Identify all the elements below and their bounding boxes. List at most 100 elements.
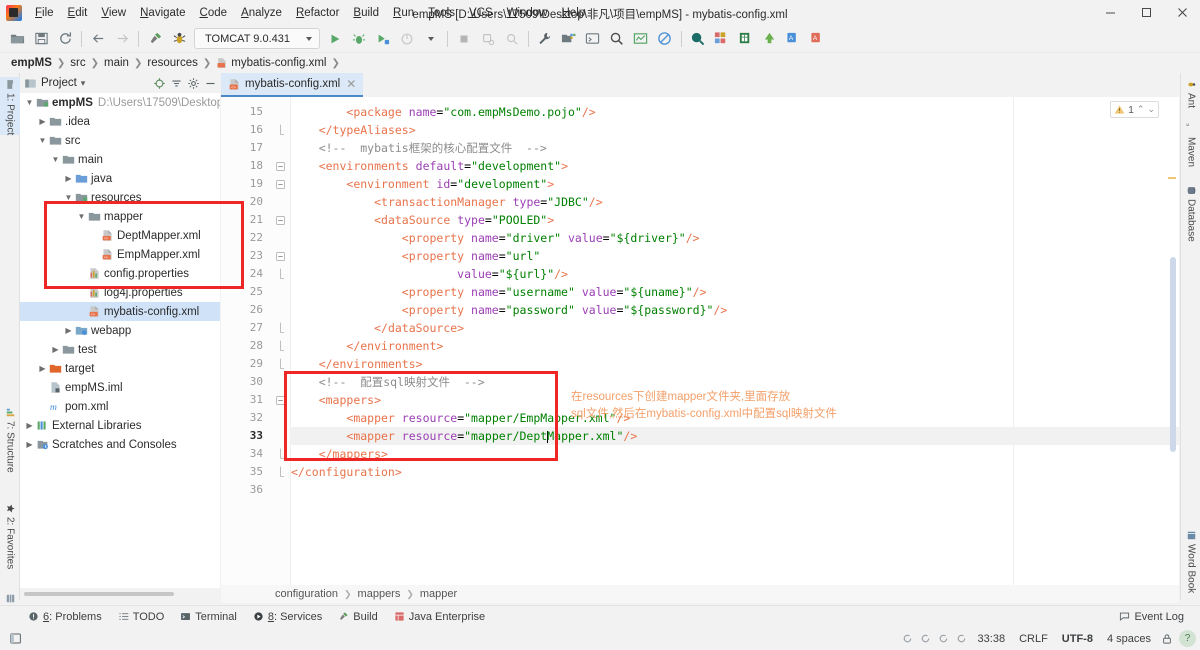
terminal-icon[interactable]	[583, 29, 603, 49]
translate-blue-icon[interactable]: A	[784, 29, 804, 49]
fold-expand-icon[interactable]	[273, 247, 287, 265]
editor-breadcrumb-mapper[interactable]: mapper	[418, 588, 459, 600]
code-line-25[interactable]: <property name="username" value="${uname…	[291, 283, 1179, 301]
tree-node-empms-iml[interactable]: empMS.iml	[20, 378, 220, 397]
menu-item-code[interactable]: Code	[193, 4, 235, 22]
bottom-tab-6-problems[interactable]: 6: Problems	[20, 609, 110, 625]
tree-node-test[interactable]: ▶ test	[20, 340, 220, 359]
memory-indicator-icon[interactable]	[935, 630, 953, 648]
code-line-18[interactable]: <environments default="development">	[291, 157, 1179, 175]
locate-target-icon[interactable]	[151, 75, 167, 91]
code-content[interactable]: <package name="com.empMsDemo.pojo"/> </t…	[291, 97, 1179, 585]
editor-tab-mybatis-config[interactable]: <> mybatis-config.xml ✕	[221, 73, 364, 97]
excel-icon[interactable]	[736, 29, 756, 49]
code-line-21[interactable]: <dataSource type="POOLED">	[291, 211, 1179, 229]
tree-node-mapper[interactable]: ▼ mapper	[20, 207, 220, 226]
code-editor[interactable]: <package name="com.empMsDemo.pojo"/> </t…	[221, 97, 1179, 585]
chevron-down-icon[interactable]: ▾	[81, 78, 86, 89]
chevron-down-icon[interactable]: ▼	[76, 212, 87, 221]
fold-end-icon[interactable]	[273, 121, 287, 139]
navbar-crumb-resources[interactable]: resources	[144, 56, 201, 70]
chevron-right-icon[interactable]: ▶	[37, 364, 48, 373]
inspection-status-widget[interactable]: 1 ⌃ ⌄	[1110, 101, 1159, 118]
menu-item-view[interactable]: View	[94, 4, 133, 22]
code-line-15[interactable]: <package name="com.empMsDemo.pojo"/>	[291, 103, 1179, 121]
right-tool-tab-database[interactable]: Database	[1181, 183, 1200, 242]
tree-node-config-properties[interactable]: config.properties	[20, 264, 220, 283]
chevron-down-icon[interactable]: ▼	[24, 98, 35, 107]
left-tool-tab-2-favorites[interactable]: 2: Favorites	[0, 501, 20, 569]
editor-breadcrumb-mappers[interactable]: mappers	[356, 588, 403, 600]
chevron-up-icon[interactable]: ⌃	[1137, 104, 1145, 115]
debug-icon[interactable]	[349, 29, 369, 49]
tree-node--idea[interactable]: ▶ .idea	[20, 112, 220, 131]
chevron-down-icon[interactable]: ▼	[63, 193, 74, 202]
fold-expand-icon[interactable]	[273, 175, 287, 193]
close-icon[interactable]: ✕	[344, 77, 358, 91]
memory-indicator-icon[interactable]	[953, 630, 971, 648]
file-encoding[interactable]: UTF-8	[1055, 631, 1100, 647]
code-line-26[interactable]: <property name="password" value="${passw…	[291, 301, 1179, 319]
code-line-28[interactable]: </environment>	[291, 337, 1179, 355]
build-hammer-icon[interactable]	[145, 29, 165, 49]
tree-node-java[interactable]: ▶ java	[20, 169, 220, 188]
attach-debugger-icon[interactable]	[478, 29, 498, 49]
tree-node-main[interactable]: ▼ main	[20, 150, 220, 169]
scrollbar-thumb[interactable]	[1170, 257, 1176, 452]
code-line-33[interactable]: <mapper resource="mapper/DeptMapper.xml"…	[291, 427, 1179, 445]
upload-green-icon[interactable]	[760, 29, 780, 49]
project-tree-horizontal-scrollbar[interactable]	[24, 592, 174, 596]
menu-item-tools[interactable]: Tools	[421, 4, 462, 22]
code-line-22[interactable]: <property name="driver" value="${driver}…	[291, 229, 1179, 247]
memory-indicator-icon[interactable]	[917, 630, 935, 648]
chevron-right-icon[interactable]: ▶	[63, 174, 74, 183]
tree-node-scratches-and-consoles[interactable]: ▶ Scratches and Consoles	[20, 435, 220, 454]
chevron-right-icon[interactable]: ▶	[50, 345, 61, 354]
code-line-36[interactable]	[291, 481, 1179, 499]
hide-panel-icon[interactable]	[202, 75, 218, 91]
bottom-tab-8-services[interactable]: 8: Services	[245, 609, 330, 625]
chevron-down-icon[interactable]: ▼	[37, 136, 48, 145]
tree-node-resources[interactable]: ▼ resources	[20, 188, 220, 207]
back-arrow-icon[interactable]	[88, 29, 108, 49]
chevron-down-icon[interactable]	[421, 29, 441, 49]
tree-node-empmapper-xml[interactable]: <> EmpMapper.xml	[20, 245, 220, 264]
run-configuration-selector[interactable]: TOMCAT 9.0.431	[194, 28, 320, 49]
navbar-crumb-main[interactable]: main	[101, 56, 132, 70]
project-tree[interactable]: ▼ empMS D:\Users\17509\Desktop ▶ .idea ▼ src ▼ m…	[20, 93, 220, 588]
menu-item-analyze[interactable]: Analyze	[234, 4, 289, 22]
fold-end-icon[interactable]	[273, 445, 287, 463]
close-button[interactable]	[1164, 0, 1200, 25]
menu-item-window[interactable]: Window	[500, 4, 555, 22]
right-tool-tab-ant[interactable]: Ant	[1181, 77, 1200, 108]
translate-red-icon[interactable]: A	[808, 29, 828, 49]
code-line-16[interactable]: </typeAliases>	[291, 121, 1179, 139]
bottom-tab-build[interactable]: Build	[330, 609, 385, 625]
tree-node-target[interactable]: ▶ target	[20, 359, 220, 378]
code-line-17[interactable]: <!-- mybatis框架的核心配置文件 -->	[291, 139, 1179, 157]
search-everywhere-icon[interactable]	[607, 29, 627, 49]
editor-breadcrumb-configuration[interactable]: configuration	[273, 588, 340, 600]
fold-expand-icon[interactable]	[273, 391, 287, 409]
code-line-20[interactable]: <transactionManager type="JDBC"/>	[291, 193, 1179, 211]
code-line-19[interactable]: <environment id="development">	[291, 175, 1179, 193]
collapse-all-icon[interactable]	[168, 75, 184, 91]
code-line-24[interactable]: value="${url}"/>	[291, 265, 1179, 283]
navbar-crumb-src[interactable]: src	[67, 56, 88, 70]
menu-item-build[interactable]: Build	[346, 4, 386, 22]
tree-node-external-libraries[interactable]: ▶ External Libraries	[20, 416, 220, 435]
left-tool-tab-7-structure[interactable]: 7: Structure	[0, 405, 20, 473]
chevron-down-icon[interactable]: ⌄	[1147, 104, 1155, 115]
navbar-crumb-mybatis-config-xml[interactable]: mybatis-config.xml	[213, 56, 329, 70]
help-icon[interactable]: ?	[1179, 630, 1196, 647]
bottom-tab-java-enterprise[interactable]: Java Enterprise	[386, 609, 493, 625]
settings-gear-icon[interactable]	[185, 75, 201, 91]
menu-item-run[interactable]: Run	[386, 4, 421, 22]
code-line-23[interactable]: <property name="url"	[291, 247, 1179, 265]
code-line-29[interactable]: </environments>	[291, 355, 1179, 373]
project-structure-icon[interactable]	[559, 29, 579, 49]
menu-item-file[interactable]: File	[28, 4, 61, 22]
indent-setting[interactable]: 4 spaces	[1100, 631, 1158, 647]
fold-end-icon[interactable]	[273, 319, 287, 337]
stop-icon[interactable]	[454, 29, 474, 49]
